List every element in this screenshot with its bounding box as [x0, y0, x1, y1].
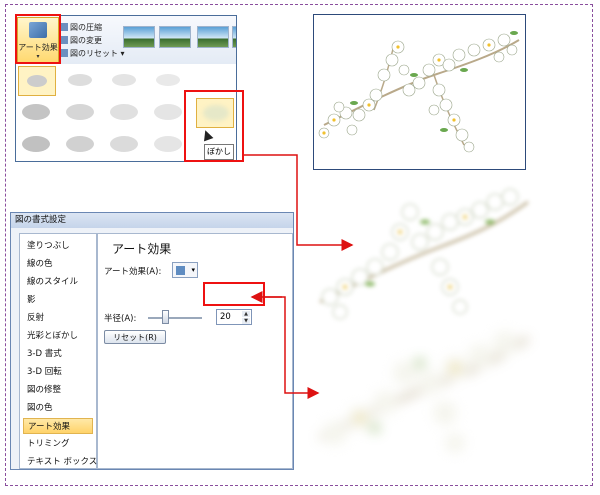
arrow-to-blur-result — [244, 154, 354, 251]
arrow-to-radius-result — [265, 296, 320, 399]
connector-arrows — [244, 154, 354, 399]
